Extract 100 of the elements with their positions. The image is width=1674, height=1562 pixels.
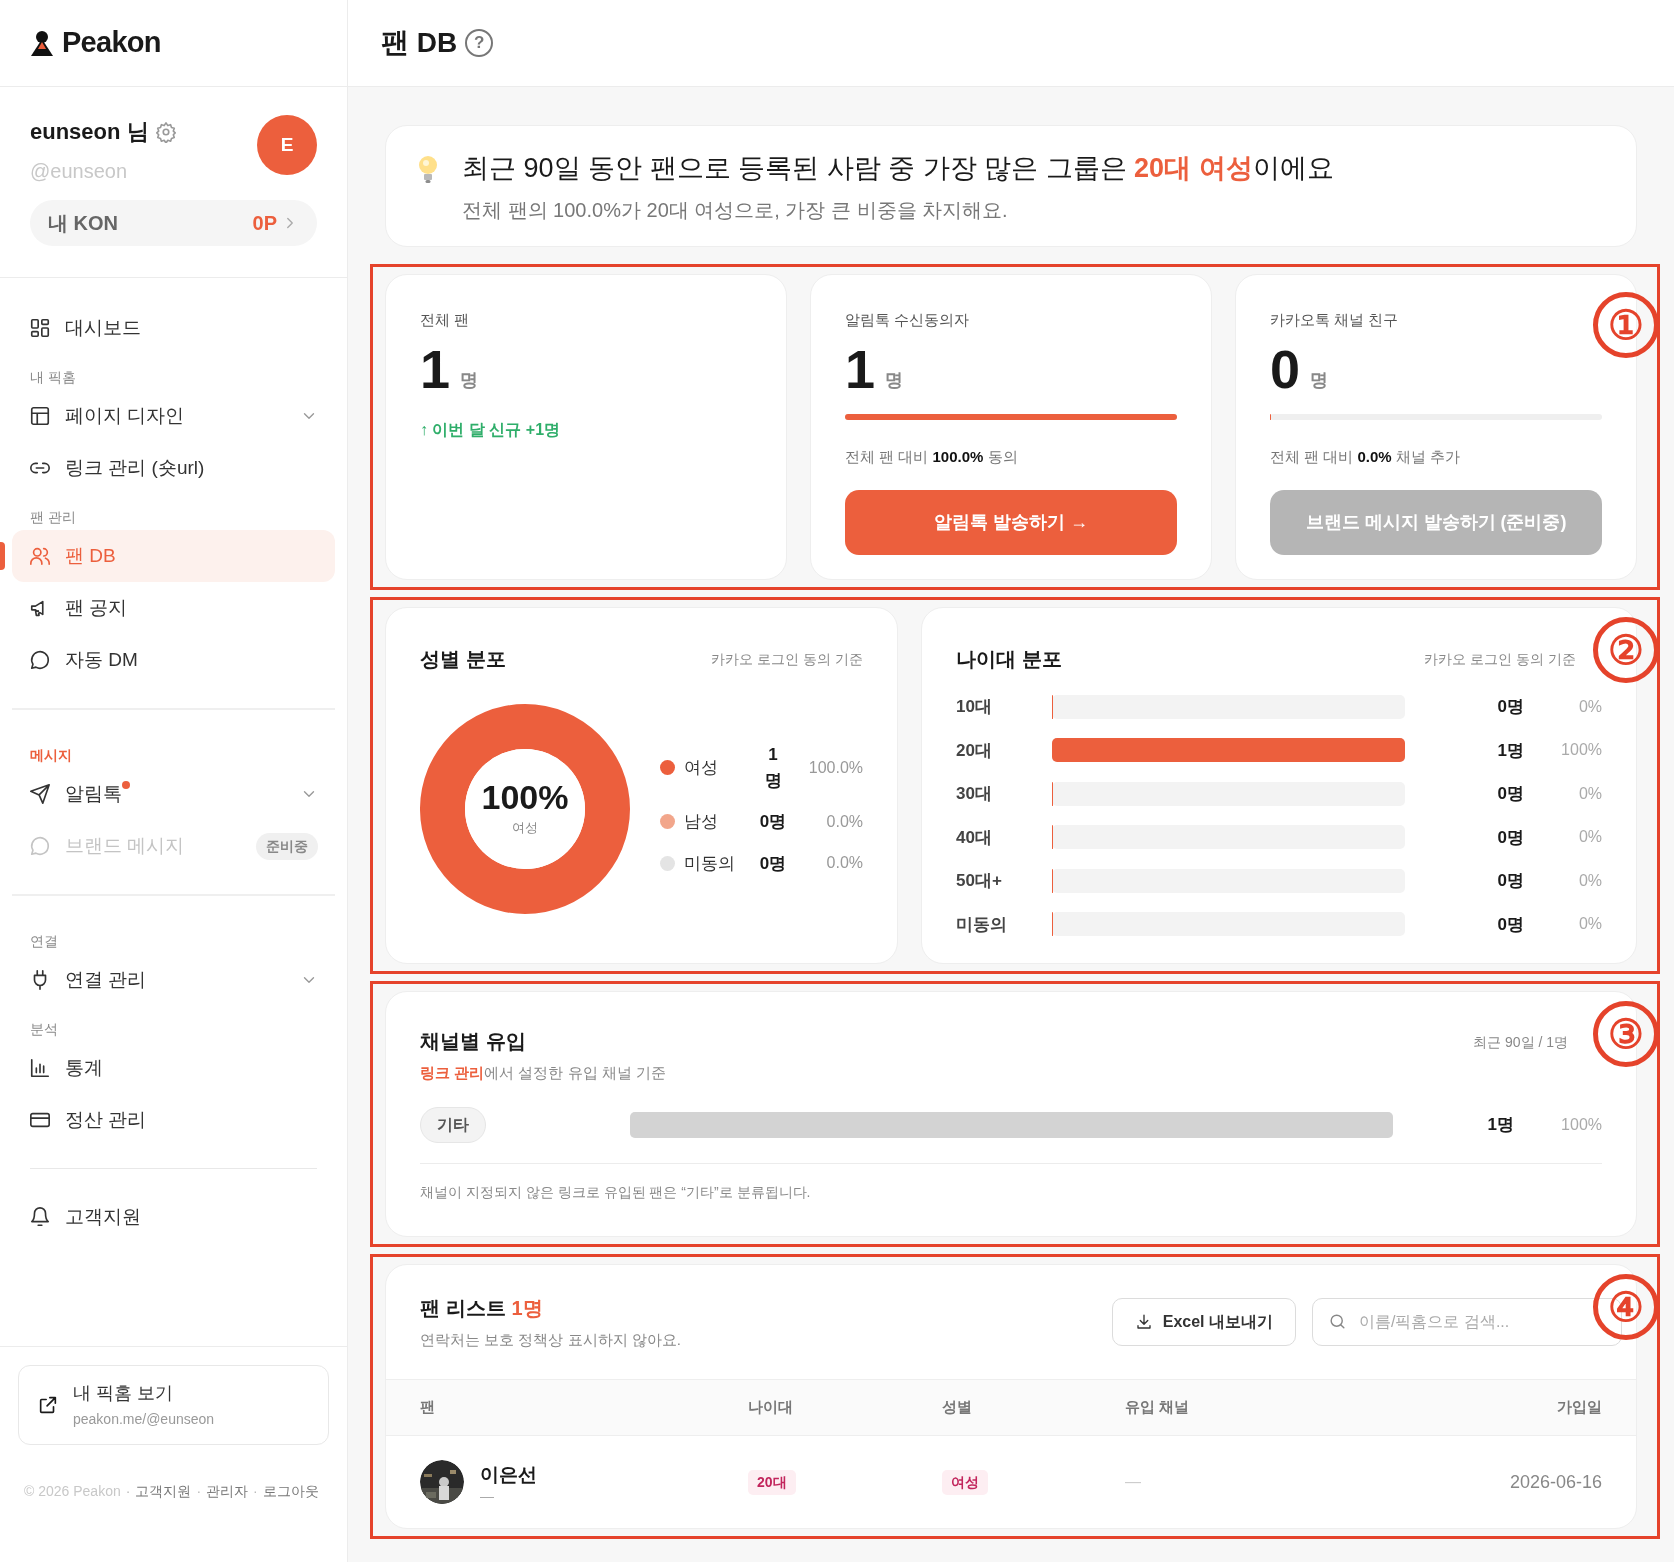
nav-item[interactable]: 대시보드 — [12, 302, 335, 354]
age-label: 30대 — [956, 783, 993, 805]
section-heading: 연결 — [29, 932, 59, 951]
legend-count: 0명 — [758, 811, 788, 833]
external-link-icon — [37, 1394, 59, 1416]
join-date: 2026-06-16 — [1508, 1470, 1602, 1494]
card-title: 팬 리스트 — [420, 1295, 506, 1321]
legend-share: 100.0% — [807, 757, 863, 778]
age-label: 40대 — [956, 826, 993, 849]
stat-label: 카카오톡 채널 친구 — [1270, 310, 1400, 330]
nav-item[interactable]: 연결 관리 — [12, 954, 335, 1006]
help-icon[interactable]: ? — [465, 29, 494, 57]
nav-item[interactable]: 고객지원 — [12, 1191, 335, 1243]
nav-item[interactable]: 정산 관리 — [12, 1094, 335, 1146]
footer-link[interactable]: 고객지원 — [135, 1481, 192, 1502]
user-name: eunseon 님 — [30, 118, 149, 146]
lightbulb-icon — [416, 154, 440, 186]
nav-item[interactable]: 팬 공지 — [12, 582, 335, 634]
legend-label: 남성 — [684, 811, 719, 833]
page-title: 팬 DB — [381, 26, 458, 60]
donut-value: 100% — [481, 780, 569, 815]
age-count: 0명 — [1496, 696, 1524, 718]
card-title: 성별 분포 — [420, 647, 506, 672]
nav-item[interactable]: 자동 DM — [12, 634, 335, 686]
age-count: 1명 — [1496, 739, 1524, 762]
stat-note: 전체 팬 대비 100.0% 동의 — [845, 446, 1019, 467]
stat-label: 전체 팬 — [420, 310, 471, 330]
new-fans-text: ↑ 이번 달 신규 +1명 — [420, 419, 562, 440]
nav-item[interactable]: 페이지 디자인 — [12, 390, 335, 442]
card-title: 내 픽홈 보기 — [73, 1382, 174, 1405]
card-url: peakon.me/@eunseon — [73, 1410, 215, 1429]
stat-value: 1 — [845, 341, 876, 396]
stat-label: 알림톡 수신동의자 — [845, 310, 971, 330]
active-indicator — [0, 542, 5, 570]
channel-text: — — [1125, 1472, 1142, 1493]
age-label: 20대 — [956, 739, 993, 762]
card-subtitle: 연락처는 보호 정책상 표시하지 않아요. — [420, 1329, 681, 1350]
users-icon — [29, 545, 51, 567]
age-count: 0명 — [1496, 913, 1524, 936]
bell-icon — [29, 1206, 51, 1228]
layout-icon — [29, 405, 51, 427]
avatar: E — [257, 115, 317, 175]
age-label: 미동의 — [956, 913, 1008, 936]
age-share: 0% — [1577, 914, 1602, 935]
legend-count: 0명 — [758, 852, 788, 875]
donut-label: 여성 — [512, 819, 538, 838]
nav-item[interactable]: 통계 — [12, 1042, 335, 1094]
column-header: 유입 채널 — [1125, 1397, 1191, 1418]
export-button[interactable]: Excel 내보내기 — [1111, 1297, 1296, 1346]
homepage-link-card[interactable]: 내 픽홈 보기 peakon.me/@eunseon — [18, 1365, 329, 1445]
chat-icon — [29, 649, 51, 671]
stat-value: 0 — [1270, 341, 1301, 396]
section-heading: 메시지 — [29, 746, 73, 765]
channel-share: 100% — [1560, 1114, 1602, 1135]
search-icon — [1328, 1311, 1347, 1331]
status-tag: 준비중 — [256, 832, 318, 860]
section-heading: 내 픽홈 — [29, 368, 77, 387]
channel-count: 1명 — [1486, 1113, 1514, 1136]
fan-name: 이은선 — [480, 1462, 537, 1487]
age-share: 0% — [1577, 827, 1602, 848]
legend-label: 여성 — [684, 756, 719, 779]
footer-link[interactable]: 관리자 — [206, 1481, 249, 1502]
settings-icon — [154, 120, 177, 143]
logo-icon — [30, 29, 54, 57]
age-share: 0% — [1577, 783, 1602, 804]
nav-item[interactable]: 알림톡 — [12, 768, 335, 820]
stat-unit: 명 — [460, 368, 479, 392]
footer-link[interactable]: 로그아웃 — [262, 1481, 319, 1502]
separator-dot: · — [125, 1482, 131, 1501]
insight-subtitle: 전체 팬의 100.0%가 20대 여성으로, 가장 큰 비중을 차지해요. — [462, 197, 1009, 223]
footnote-text: 채널이 지정되지 않은 링크로 유입된 팬은 “기타”로 분류됩니다. — [420, 1182, 812, 1202]
age-share: 0% — [1577, 870, 1602, 891]
age-count: 0명 — [1496, 826, 1524, 849]
channel-tag: 기타 — [420, 1106, 486, 1143]
legend-share: 0.0% — [825, 853, 863, 874]
legend-label: 미동의 — [684, 852, 736, 875]
card-title: 나이대 분포 — [956, 647, 1062, 672]
kon-points: 0P — [252, 211, 277, 236]
separator-dot: · — [253, 1482, 258, 1501]
stat-unit: 명 — [1310, 368, 1329, 392]
basis-note: 카카오 로그인 동의 기준 — [1424, 649, 1576, 669]
period-note: 최근 90일 / 1명 — [1473, 1033, 1568, 1052]
age-share: 0% — [1577, 696, 1602, 717]
fan-subtext: — — [480, 1489, 495, 1504]
column-header: 팬 — [420, 1397, 436, 1418]
card-title: 채널별 유입 — [420, 1029, 527, 1054]
insight-title: 최근 90일 동안 팬으로 등록된 사람 중 가장 많은 그룹은 20대 여성이에요 — [462, 152, 1334, 185]
age-tag: 20대 — [748, 1469, 796, 1495]
column-header: 가입일 — [1556, 1397, 1602, 1418]
fan-count: 1명 — [511, 1295, 543, 1321]
kon-button[interactable]: 내 KON 0P — [30, 200, 317, 246]
gender-tag: 여성 — [942, 1469, 988, 1495]
nav-item[interactable]: 링크 관리 (숏url) — [12, 442, 335, 494]
column-header: 나이대 — [748, 1397, 794, 1418]
bar-chart-icon — [29, 1057, 51, 1079]
age-count: 0명 — [1496, 783, 1524, 805]
card-subtitle: 링크 관리에서 설정한 유입 채널 기준 — [420, 1063, 666, 1083]
age-count: 0명 — [1496, 870, 1524, 892]
download-icon — [1134, 1312, 1153, 1331]
logo-text: Peakon — [62, 25, 161, 61]
